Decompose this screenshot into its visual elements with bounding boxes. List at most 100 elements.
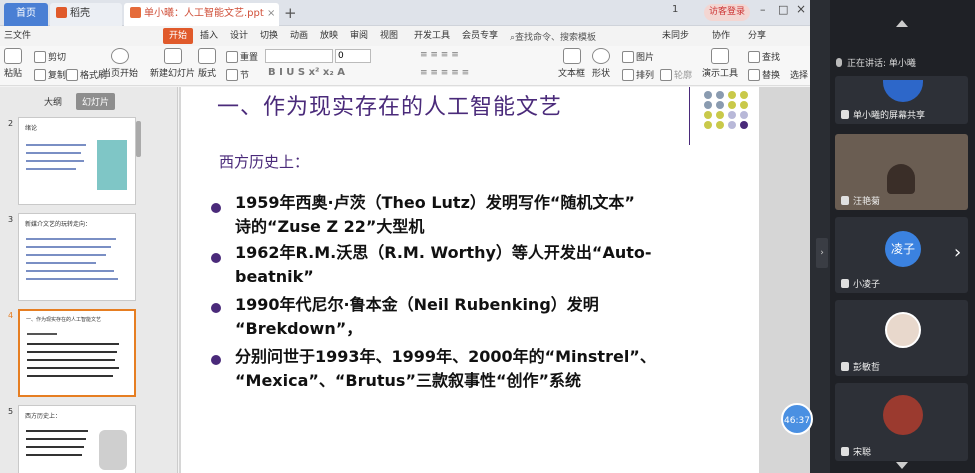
decorative-dot [740, 111, 748, 119]
menu-design[interactable]: 设计 [230, 28, 248, 44]
picture-button[interactable]: 图片 [622, 50, 654, 63]
participant-name-label: 汪艳菊 [853, 197, 881, 207]
command-search[interactable]: ⌕查找命令、搜索模板 [510, 30, 596, 43]
format-painter-button[interactable]: 格式刷 [66, 68, 107, 81]
thumbnail-5[interactable]: 5 西方历史上： [4, 405, 136, 473]
font-name-select[interactable] [265, 49, 333, 63]
menu-switch[interactable]: 切换 [260, 28, 278, 44]
participant-tile-screen-share[interactable]: 单小曦的屏幕共享 [835, 76, 968, 124]
menu-review[interactable]: 审阅 [350, 28, 368, 44]
thumbnail-4[interactable]: 4 一、作为现实存在的人工智能文艺 [4, 309, 136, 399]
minimize-button[interactable]: – [760, 3, 766, 16]
bullet-dot [211, 203, 221, 213]
participant-tile-avatar[interactable]: 凌子 小凌子 [835, 217, 968, 293]
participant-name: 宋聪 [841, 445, 871, 458]
tab-home[interactable]: 首页 [4, 3, 48, 26]
decorative-dot [716, 91, 724, 99]
decorative-dot [728, 91, 736, 99]
chevron-right-icon[interactable]: › [954, 242, 961, 263]
align-icons[interactable]: ≡ ≡ ≡ ≡ ≡ [420, 68, 469, 78]
tab-slides[interactable]: 幻灯片 [76, 93, 116, 110]
decorative-dot [740, 101, 748, 109]
menu-devtools[interactable]: 开发工具 [414, 28, 450, 44]
outline-label: 轮廓 [674, 71, 693, 81]
font-size-select[interactable]: 0 [335, 49, 371, 63]
thumbnail-preview: 绪论 [18, 117, 136, 205]
menu-file[interactable]: 三文件 [4, 28, 31, 44]
present-tool-button[interactable]: 演示工具 [702, 48, 738, 79]
screen-root: 首页 稻壳 单小曦：人工智能文艺.ppt × + 1 访客登录 – □ × 三文… [0, 0, 975, 473]
new-tab-button[interactable]: + [284, 4, 297, 22]
shape-button[interactable]: 形状 [592, 48, 610, 79]
scroll-up-icon[interactable] [896, 20, 908, 27]
outline-button[interactable]: 轮廓 [660, 68, 692, 81]
find-button[interactable]: 查找 [748, 50, 780, 63]
participant-tile-avatar[interactable]: 彭敏哲 [835, 300, 968, 376]
avatar [885, 312, 921, 348]
copy-button[interactable]: 复制 [34, 68, 66, 81]
maximize-button[interactable]: □ [778, 3, 788, 16]
unsynced-status[interactable]: 未同步 [662, 28, 689, 44]
menu-start[interactable]: 开始 [163, 28, 194, 44]
participant-tile-avatar[interactable]: 宋聪 [835, 383, 968, 461]
decorative-dot [704, 101, 712, 109]
menu-row: 三文件 开始 插入 设计 切换 动画 放映 审阅 视图 开发工具 会员专享 ⌕查… [0, 27, 810, 45]
menu-view[interactable]: 视图 [380, 28, 398, 44]
thumbnail-3[interactable]: 3 新媒介文艺的玩转走向： [4, 213, 136, 303]
panel-scrollbar[interactable] [136, 121, 141, 157]
text-format-icons[interactable]: B I U S x² x₂ A [268, 67, 345, 78]
participant-tile-video[interactable]: 汪艳菊 [835, 134, 968, 210]
tab-outline[interactable]: 大纲 [44, 95, 62, 108]
slide-subheading: 西方历史上： [219, 153, 310, 171]
mic-muted-icon [841, 362, 849, 371]
layout-icon [198, 48, 216, 64]
menu-slideshow[interactable]: 放映 [320, 28, 338, 44]
menu-animation[interactable]: 动画 [290, 28, 308, 44]
thumbnail-2[interactable]: 2 绪论 [4, 117, 136, 207]
reset-icon [226, 51, 238, 63]
menu-insert[interactable]: 插入 [200, 28, 218, 44]
cut-button[interactable]: 剪切 [34, 50, 66, 63]
decorative-dot [716, 111, 724, 119]
thumbnail-number: 5 [8, 407, 14, 416]
reset-button[interactable]: 重置 [226, 50, 258, 63]
speaking-indicator: 正在讲话: 单小曦 [836, 56, 916, 69]
collapse-sidebar-button[interactable]: › [816, 238, 828, 268]
bullet-line: 1962年R.M.沃思（R.M. Worthy）等人开发出“Auto- [235, 243, 652, 262]
bullet-line: “Mexica”、“Brutus”三款叙事性“创作”系统 [235, 371, 581, 390]
play-from-current-button[interactable]: 当页开始 [102, 48, 138, 79]
thumbnail-text-line [27, 351, 117, 353]
replace-label: 替换 [762, 71, 781, 81]
tab-daoke[interactable]: 稻壳 [50, 3, 122, 26]
textbox-button[interactable]: 文本框 [558, 48, 585, 79]
paste-label: 粘贴 [4, 69, 23, 79]
share-button[interactable]: 分享 [748, 28, 766, 44]
thumbnail-number: 3 [8, 215, 14, 224]
paragraph-icons[interactable]: ≡ ≡ ≡ ≡ [420, 50, 459, 60]
close-button[interactable]: × [796, 2, 806, 16]
tab-bar: 首页 稻壳 单小曦：人工智能文艺.ppt × + 1 访客登录 – □ × [0, 0, 810, 26]
collab-button[interactable]: 协作 [712, 28, 730, 44]
meeting-timer[interactable]: 46:37 [781, 403, 813, 435]
select-button[interactable]: 选择 [790, 68, 808, 81]
layout-button[interactable]: 版式 [198, 48, 216, 79]
thumbnail-preview: 新媒介文艺的玩转走向： [18, 213, 136, 301]
arrange-button[interactable]: 排列 [622, 68, 654, 81]
new-slide-icon [163, 48, 182, 64]
tab-close-icon[interactable]: × [267, 8, 275, 19]
replace-button[interactable]: 替换 [748, 68, 780, 81]
menu-vip[interactable]: 会员专享 [462, 28, 498, 44]
tab-home-label: 首页 [16, 8, 36, 19]
bullet-dot [211, 355, 221, 365]
thumbnail-text-line [26, 144, 86, 146]
thumbnail-preview: 西方历史上： [18, 405, 136, 473]
decorative-dot [740, 121, 748, 129]
scroll-down-icon[interactable] [896, 462, 908, 469]
tab-document[interactable]: 单小曦：人工智能文艺.ppt × [124, 3, 279, 26]
new-slide-button[interactable]: 新建幻灯片 [150, 48, 195, 79]
visitor-login-button[interactable]: 访客登录 [704, 4, 751, 21]
current-slide[interactable]: 一、作为现实存在的人工智能文艺 西方历史上： 1959年西奥·卢茨（Theo L… [181, 87, 759, 473]
section-button[interactable]: 节 [226, 68, 249, 81]
paste-button[interactable]: 粘贴 [4, 48, 22, 79]
command-search-label: 查找命令、搜索模板 [515, 33, 597, 43]
